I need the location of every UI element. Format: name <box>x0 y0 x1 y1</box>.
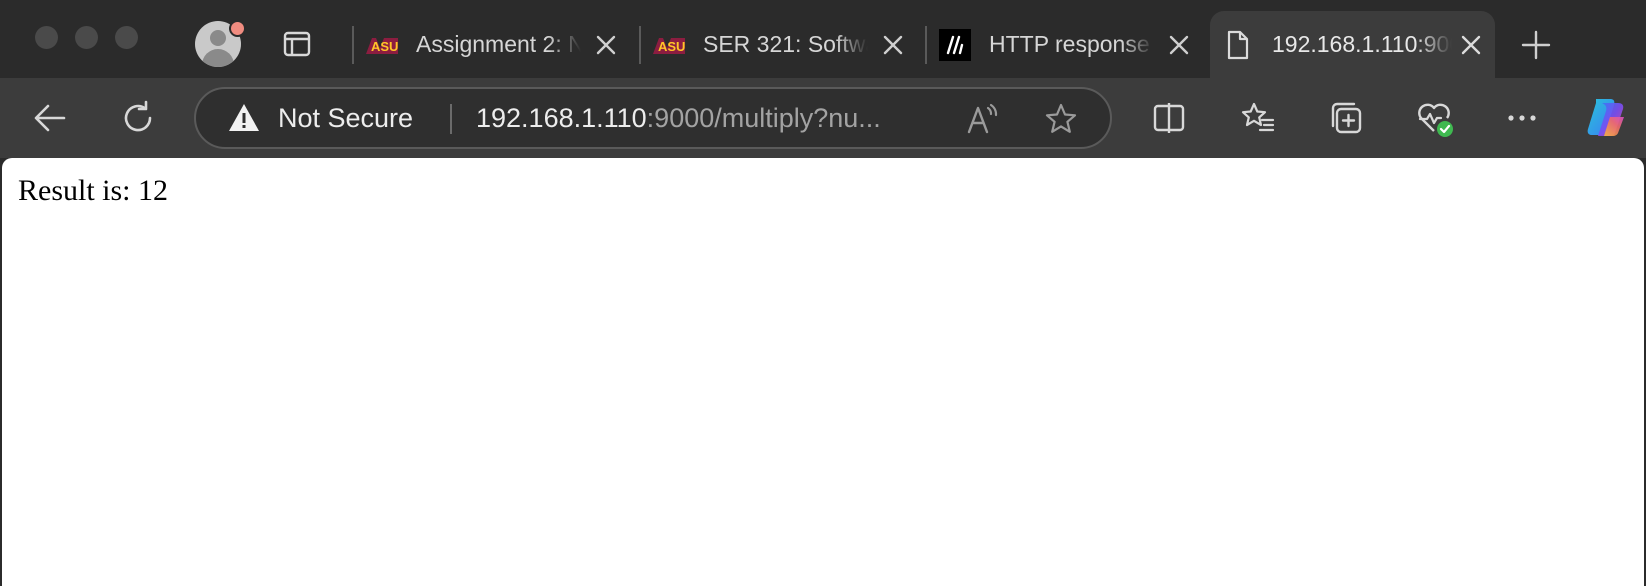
tab-active-multiply[interactable]: 192.168.1.110:9000/multiply <box>1210 11 1495 78</box>
url-host: 192.168.1.110 <box>476 103 647 133</box>
browser-toolbar: Not Secure 192.168.1.110:9000/multiply?n… <box>0 78 1646 158</box>
star-icon <box>1045 103 1077 133</box>
tab-title: SER 321: Software Systems <box>703 31 868 57</box>
refresh-button[interactable] <box>120 100 156 136</box>
avatar-head-shape <box>210 30 226 46</box>
mdn-logo-icon <box>939 28 971 61</box>
tab-title: HTTP response status codes <box>989 31 1154 57</box>
window-zoom-button[interactable] <box>115 26 138 49</box>
result-text: Result is: 12 <box>18 174 169 207</box>
heart-pulse-icon <box>1418 103 1453 137</box>
svg-text:ASU: ASU <box>371 39 398 54</box>
window-close-button[interactable] <box>35 26 58 49</box>
avatar-body-shape <box>202 49 234 67</box>
collections-icon <box>1331 102 1362 134</box>
asu-logo-icon: ASU <box>366 35 398 55</box>
collections-button[interactable] <box>1328 100 1364 136</box>
tab-close-icon[interactable] <box>595 34 617 56</box>
address-bar[interactable]: Not Secure 192.168.1.110:9000/multiply?n… <box>194 87 1112 149</box>
more-options-button[interactable] <box>1504 100 1540 136</box>
url-path: :9000/multiply?nu... <box>646 103 881 133</box>
page-icon <box>1222 30 1254 59</box>
split-screen-icon <box>1153 103 1185 133</box>
url-text[interactable]: 192.168.1.110:9000/multiply?nu... <box>476 103 881 134</box>
tab-close-icon[interactable] <box>1460 34 1482 56</box>
add-favorite-button[interactable] <box>1044 102 1078 136</box>
tab-assignment[interactable]: ASU Assignment 2: Networking (Java and J… <box>354 11 638 78</box>
window-minimize-button[interactable] <box>75 26 98 49</box>
read-aloud-icon <box>967 103 998 134</box>
tab-actions-icon <box>283 31 311 57</box>
copilot-button[interactable] <box>1584 95 1628 139</box>
favorites-button[interactable] <box>1240 100 1276 136</box>
refresh-icon <box>124 100 152 132</box>
address-bar-divider <box>450 104 452 134</box>
warning-triangle-icon <box>228 103 260 133</box>
tab-title: 192.168.1.110:9000/multiply <box>1272 31 1452 57</box>
read-aloud-button[interactable] <box>966 102 1000 136</box>
tab-close-icon[interactable] <box>1168 34 1190 56</box>
profile-notification-badge <box>229 20 246 37</box>
tab-http-status[interactable]: HTTP response status codes <box>927 11 1211 78</box>
page-viewport: Result is: 12 <box>2 158 1644 586</box>
plus-icon <box>1521 30 1551 60</box>
ellipsis-icon <box>1508 115 1536 121</box>
back-button[interactable] <box>32 100 68 136</box>
split-screen-button[interactable] <box>1151 100 1187 136</box>
security-status-label[interactable]: Not Secure <box>278 103 413 134</box>
svg-text:ASU: ASU <box>658 39 685 54</box>
tab-actions-menu-button[interactable] <box>283 30 311 58</box>
tab-strip: ASU Assignment 2: Networking (Java and J… <box>0 0 1646 78</box>
new-tab-button[interactable] <box>1520 29 1552 61</box>
tab-ser321[interactable]: ASU SER 321: Software Systems <box>641 11 925 78</box>
tab-close-icon[interactable] <box>882 34 904 56</box>
favorites-list-icon <box>1241 102 1275 132</box>
asu-logo-icon: ASU <box>653 35 685 55</box>
tab-title: Assignment 2: Networking (Java and JSON)… <box>416 31 581 57</box>
arrow-left-icon <box>34 104 66 132</box>
browser-essentials-button[interactable] <box>1416 100 1453 137</box>
copilot-icon <box>1587 99 1624 136</box>
